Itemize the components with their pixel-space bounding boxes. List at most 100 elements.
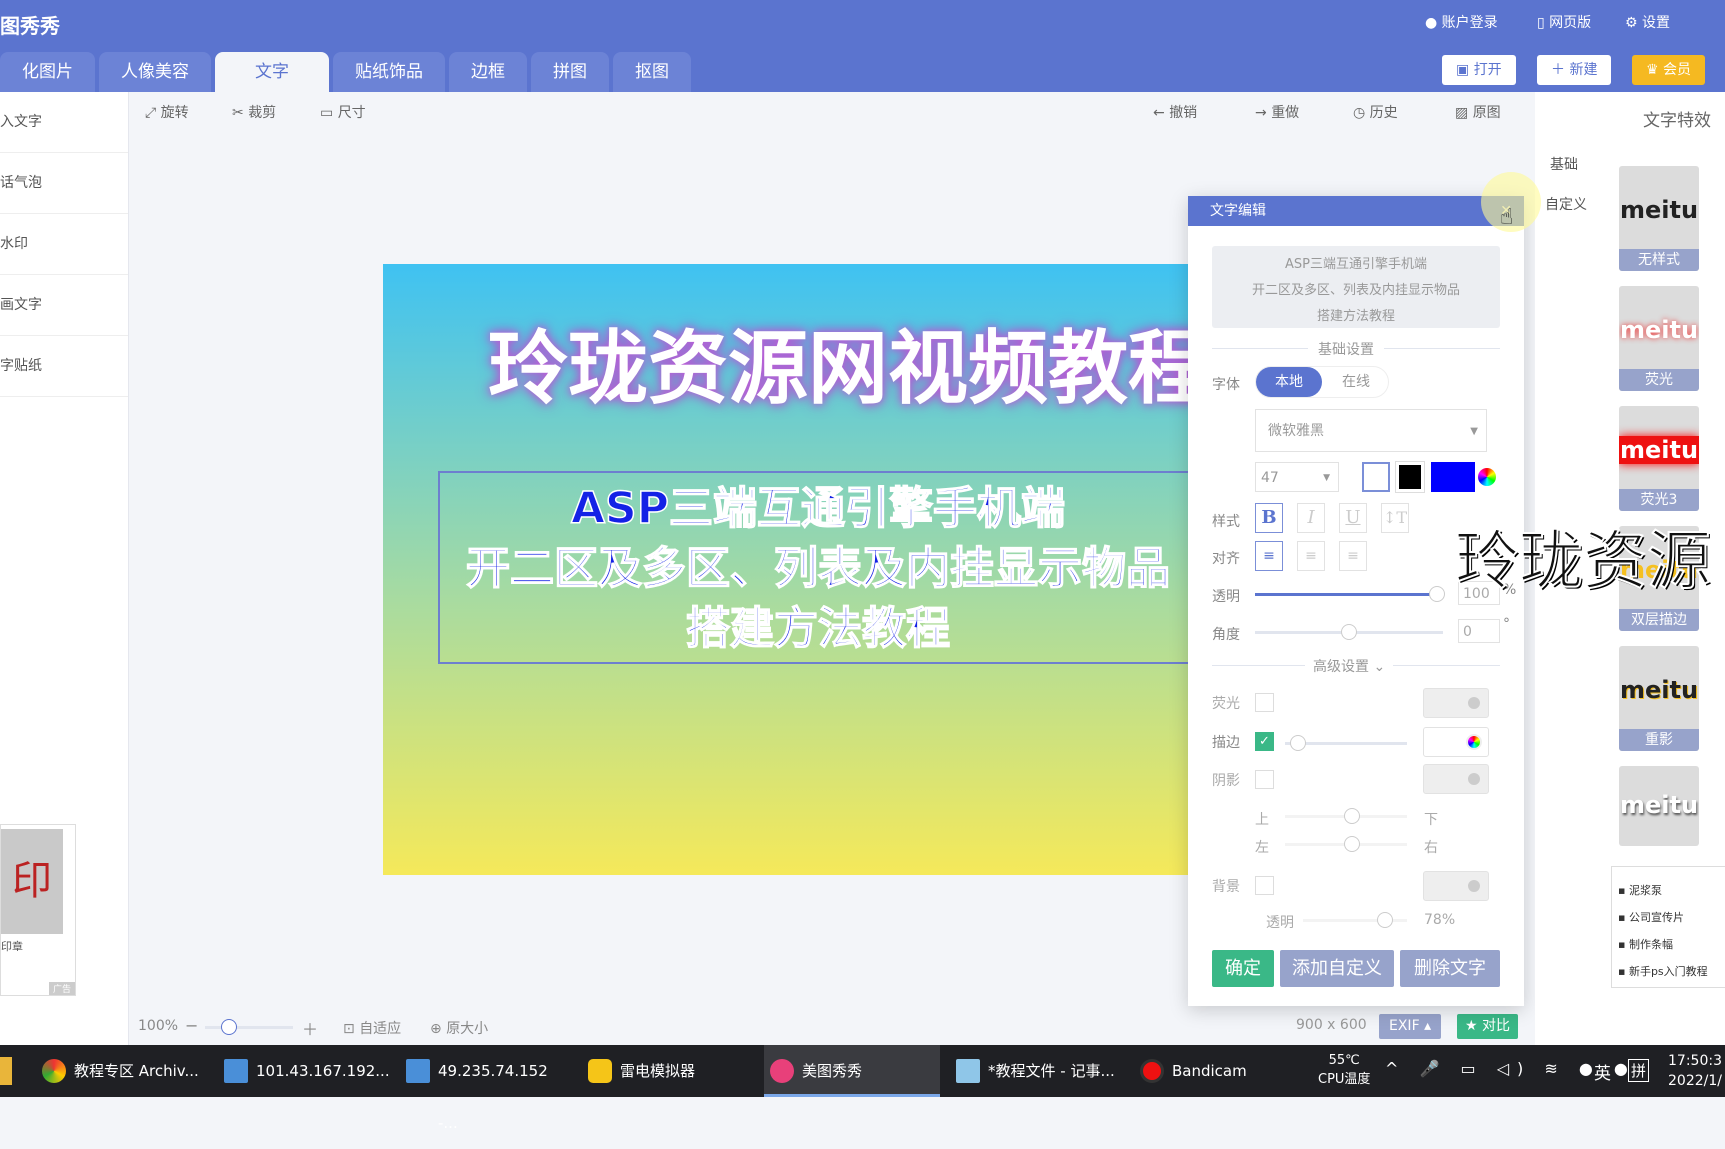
glow-checkbox[interactable] bbox=[1255, 693, 1274, 712]
align-right-button[interactable]: ≡ bbox=[1339, 541, 1367, 571]
bg-opacity-slider[interactable] bbox=[1303, 912, 1407, 928]
angle-slider[interactable] bbox=[1255, 624, 1443, 640]
tab-custom[interactable]: 自定义 bbox=[1545, 194, 1587, 214]
ad-link[interactable]: ▪ 泥浆泵 bbox=[1618, 877, 1724, 904]
ime-mode[interactable]: 拼 bbox=[1628, 1059, 1650, 1082]
actual-size-button[interactable]: ⊕ 原大小 bbox=[430, 1018, 488, 1038]
tab-portrait[interactable]: 人像美容 bbox=[99, 52, 211, 92]
font-size-select[interactable]: 47 ▼ bbox=[1255, 462, 1339, 492]
tab-beautify[interactable]: 化图片 bbox=[0, 52, 95, 92]
sidebar-item-text-sticker[interactable]: 字贴纸 bbox=[0, 336, 128, 397]
effect-card-glow3[interactable]: meitu 荧光3 bbox=[1619, 406, 1699, 511]
background-color[interactable] bbox=[1423, 871, 1489, 901]
sidebar-item-watermark[interactable]: 水印 bbox=[0, 214, 128, 275]
open-button[interactable]: ▣ 打开 bbox=[1442, 55, 1516, 85]
slider-knob[interactable] bbox=[1377, 912, 1393, 928]
stroke-checkbox[interactable]: ✓ bbox=[1255, 732, 1274, 751]
glow-color[interactable] bbox=[1423, 688, 1489, 718]
text-color-swatch[interactable] bbox=[1431, 462, 1475, 492]
zoom-out-button[interactable]: − bbox=[185, 1016, 198, 1035]
undo-button[interactable]: ← 撤销 bbox=[1153, 102, 1197, 122]
tab-stickers[interactable]: 贴纸饰品 bbox=[333, 52, 445, 92]
crop-button[interactable]: ✂ 裁剪 bbox=[232, 102, 276, 122]
taskbar-app-meitu[interactable]: 美图秀秀 bbox=[764, 1045, 940, 1097]
ime-language[interactable]: 英 bbox=[1594, 1059, 1611, 1084]
sidebar-item-add-text[interactable]: 入文字 bbox=[0, 92, 128, 153]
vertical-text-button[interactable]: ↕T bbox=[1381, 503, 1409, 533]
local-font-option[interactable]: 本地 bbox=[1256, 367, 1322, 397]
zoom-slider-knob[interactable] bbox=[221, 1019, 237, 1035]
stroke-color-swatch[interactable] bbox=[1396, 462, 1424, 492]
ad-link[interactable]: ▪ 公司宣传片 bbox=[1618, 904, 1724, 931]
advanced-settings-toggle[interactable]: 高级设置 ⌄ bbox=[1305, 656, 1394, 676]
text-selection-box[interactable]: ASP三端互通引擎手机端 开二区及多区、列表及内挂显示物品 搭建方法教程 bbox=[438, 471, 1198, 664]
original-button[interactable]: ▨ 原图 bbox=[1455, 102, 1501, 122]
taskbar-app-rdp1[interactable]: 101.43.167.192... bbox=[218, 1045, 390, 1097]
effect-card-glow[interactable]: meitu 荧光 bbox=[1619, 286, 1699, 391]
clock[interactable]: 17:50:3 2022/1/ bbox=[1668, 1051, 1722, 1091]
slider-knob[interactable] bbox=[1344, 808, 1360, 824]
color-picker-icon[interactable] bbox=[1478, 468, 1496, 486]
underline-button[interactable]: U bbox=[1339, 503, 1367, 533]
effect-card-none[interactable]: meitu 无样式 bbox=[1619, 166, 1699, 271]
zoom-slider[interactable] bbox=[205, 1019, 293, 1035]
taskbar-app-chrome[interactable]: 教程专区 Archiv... bbox=[36, 1045, 206, 1097]
redo-button[interactable]: → 重做 bbox=[1255, 102, 1299, 122]
sidebar-item-bubble[interactable]: 话气泡 bbox=[0, 153, 128, 214]
background-checkbox[interactable] bbox=[1255, 876, 1274, 895]
history-button[interactable]: ◷ 历史 bbox=[1353, 102, 1398, 122]
opacity-slider[interactable] bbox=[1255, 586, 1445, 602]
italic-button[interactable]: I bbox=[1297, 503, 1325, 533]
align-left-button[interactable]: ≡ bbox=[1255, 541, 1283, 571]
tab-text[interactable]: 文字 bbox=[215, 52, 329, 92]
opacity-slider-knob[interactable] bbox=[1429, 586, 1445, 602]
shadow-vertical-slider[interactable] bbox=[1285, 808, 1407, 824]
text-content-input[interactable]: ASP三端互通引擎手机端 开二区及多区、列表及内挂显示物品 搭建方法教程 bbox=[1212, 246, 1500, 328]
effect-card-emboss[interactable]: meitu bbox=[1619, 766, 1699, 846]
font-select[interactable]: 微软雅黑 ▼ bbox=[1255, 409, 1487, 452]
sidebar-item-draw-text[interactable]: 画文字 bbox=[0, 275, 128, 336]
add-custom-button[interactable]: 添加自定义 bbox=[1280, 950, 1394, 987]
taskbar-app-rdp2[interactable]: 49.235.74.152 -... bbox=[400, 1045, 570, 1132]
start-folder-icon[interactable] bbox=[0, 1057, 12, 1085]
taskbar-app-notepad[interactable]: *教程文件 - 记事... bbox=[950, 1045, 1126, 1097]
tab-basic[interactable]: 基础 bbox=[1550, 154, 1578, 174]
exif-button[interactable]: EXIF ▴ bbox=[1379, 1014, 1442, 1039]
align-center-button[interactable]: ≡ bbox=[1297, 541, 1325, 571]
ad-link[interactable]: ▪ 制作条幅 bbox=[1618, 931, 1724, 958]
shadow-checkbox[interactable] bbox=[1255, 770, 1274, 789]
compare-button[interactable]: ★ 对比 bbox=[1457, 1014, 1519, 1039]
angle-input[interactable]: 0 bbox=[1458, 619, 1500, 643]
angle-slider-knob[interactable] bbox=[1341, 624, 1357, 640]
size-button[interactable]: ▭ 尺寸 bbox=[320, 102, 366, 122]
bold-button[interactable]: B bbox=[1255, 503, 1283, 533]
image-canvas[interactable]: 玲珑资源网视频教程 ASP三端互通引擎手机端 开二区及多区、列表及内挂显示物品 … bbox=[383, 264, 1300, 875]
taskbar-app-emulator[interactable]: 雷电模拟器 bbox=[582, 1045, 752, 1097]
online-font-option[interactable]: 在线 bbox=[1326, 367, 1386, 397]
canvas-title-text[interactable]: 玲珑资源网视频教程 bbox=[488, 304, 1208, 420]
tab-cutout[interactable]: 抠图 bbox=[613, 52, 691, 92]
effect-card-ghost[interactable]: meitu 重影 bbox=[1619, 646, 1699, 751]
ad-link[interactable]: ▪ 新手ps入门教程 bbox=[1618, 958, 1724, 985]
web-version-link[interactable]: ▯ 网页版 bbox=[1537, 12, 1591, 32]
seal-thumbnail[interactable]: 印 印章 广告 bbox=[0, 824, 76, 996]
delete-text-button[interactable]: 删除文字 bbox=[1400, 950, 1500, 987]
no-fill-swatch[interactable] bbox=[1362, 462, 1390, 492]
vip-button[interactable]: ♛ 会员 bbox=[1632, 55, 1706, 85]
slider-knob[interactable] bbox=[1344, 836, 1360, 852]
rotate-button[interactable]: ⤢ 旋转 bbox=[145, 102, 189, 122]
stroke-width-slider[interactable] bbox=[1285, 735, 1407, 751]
new-button[interactable]: ＋ 新建 bbox=[1537, 55, 1612, 85]
shadow-color[interactable] bbox=[1423, 764, 1489, 794]
shadow-horizontal-slider[interactable] bbox=[1285, 836, 1407, 852]
taskbar-app-bandicam[interactable]: Bandicam bbox=[1134, 1045, 1304, 1097]
settings-link[interactable]: ⚙ 设置 bbox=[1625, 12, 1670, 32]
confirm-button[interactable]: 确定 bbox=[1212, 950, 1274, 987]
fit-button[interactable]: ⊡ 自适应 bbox=[343, 1018, 401, 1038]
stroke-color-picker[interactable] bbox=[1423, 727, 1489, 757]
tab-collage[interactable]: 拼图 bbox=[531, 52, 609, 92]
tab-frames[interactable]: 边框 bbox=[449, 52, 527, 92]
stroke-slider-knob[interactable] bbox=[1290, 735, 1306, 751]
account-login-link[interactable]: ● 账户登录 bbox=[1425, 12, 1498, 32]
zoom-in-button[interactable]: ＋ bbox=[302, 1016, 318, 1040]
